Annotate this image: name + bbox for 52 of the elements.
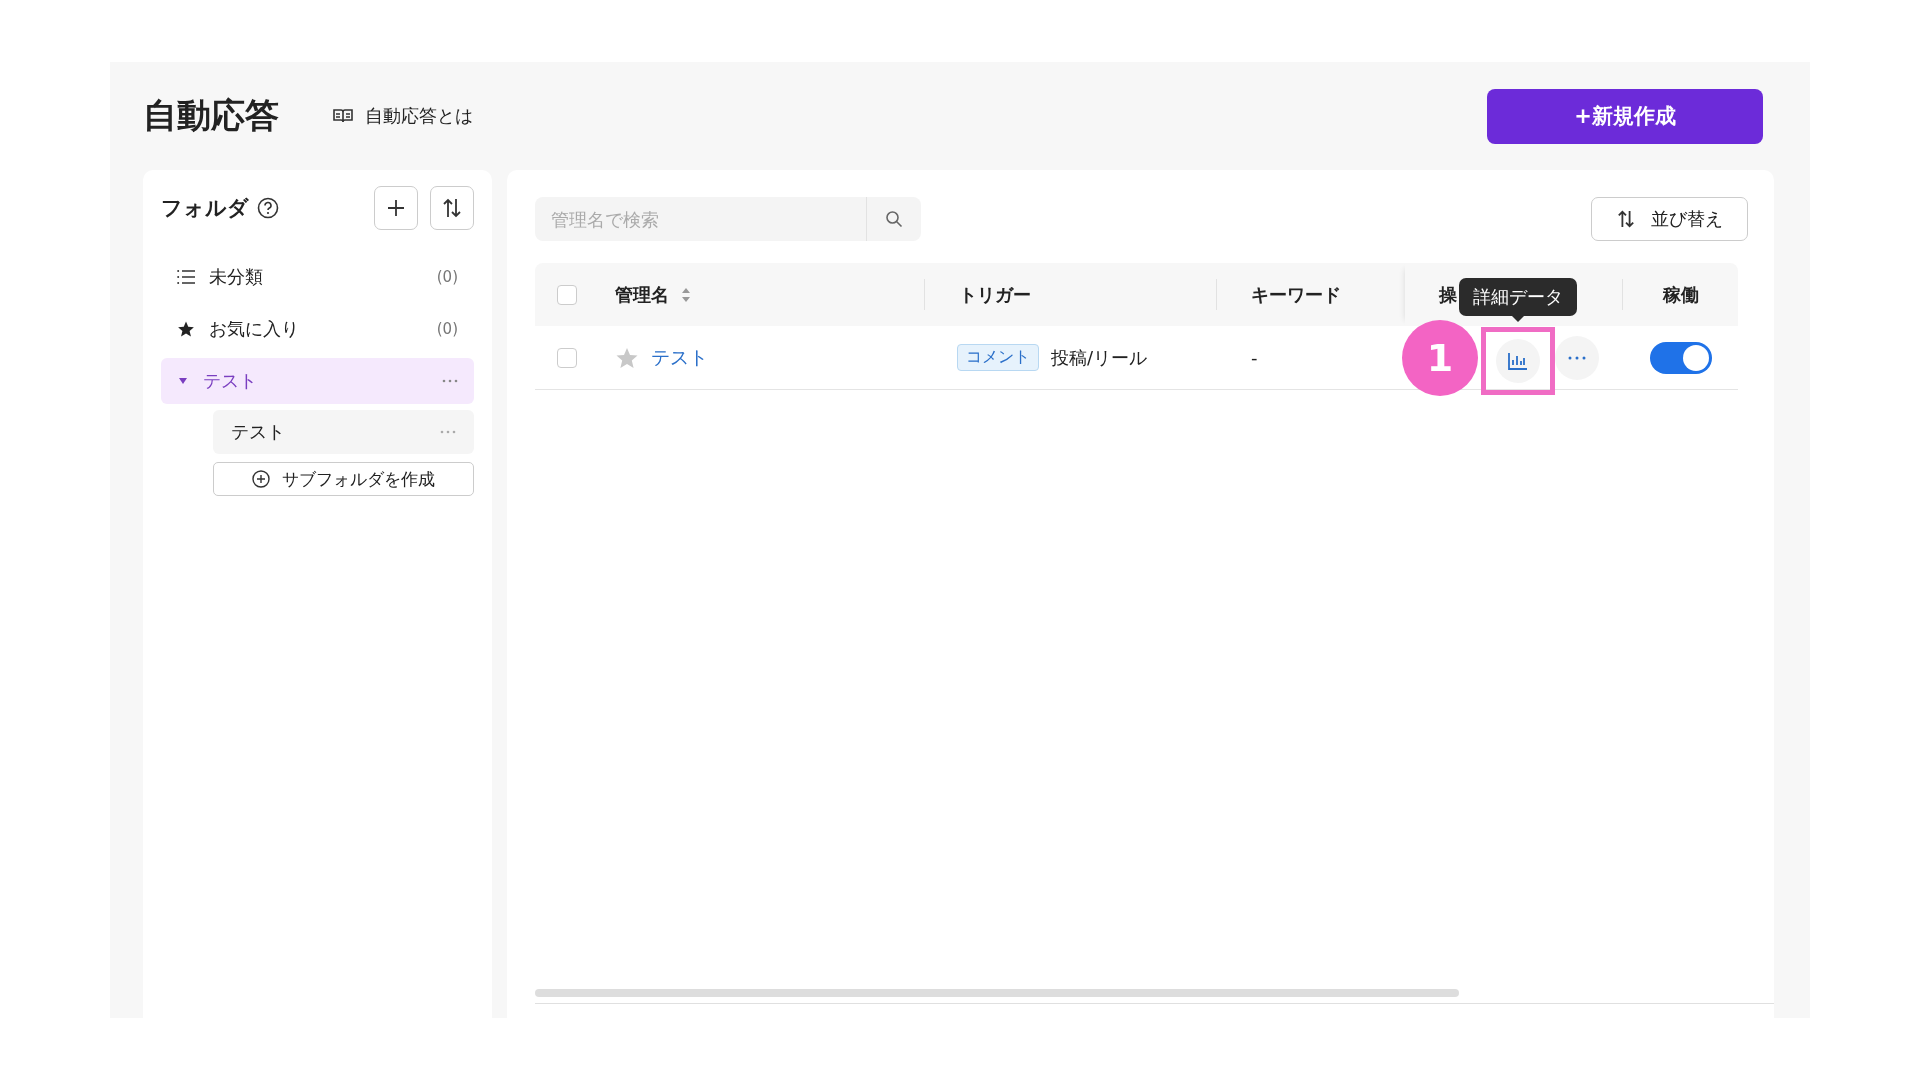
help-link[interactable]: 自動応答とは	[333, 104, 473, 128]
search-field[interactable]: 管理名で検索	[535, 197, 866, 241]
new-button[interactable]: +新規作成	[1487, 88, 1763, 144]
column-header[interactable]: 管理名	[615, 282, 669, 307]
folder-item[interactable]: テスト	[161, 358, 474, 404]
keyword-text: -	[1251, 347, 1258, 368]
sort-icon	[442, 197, 462, 219]
search-icon	[885, 210, 903, 228]
sort-folders-button[interactable]	[430, 186, 474, 230]
bar-chart-icon	[1508, 351, 1528, 370]
caret-icon[interactable]	[177, 376, 189, 386]
page-title: 自動応答	[143, 94, 279, 137]
search-button[interactable]	[866, 197, 921, 241]
help-icon[interactable]	[257, 197, 279, 219]
plus-circle-icon	[252, 470, 270, 488]
column-header: キーワード	[1251, 282, 1341, 307]
sort-icon[interactable]	[681, 286, 691, 303]
folder-count: (0)	[436, 320, 458, 338]
more-icon[interactable]	[442, 379, 458, 383]
plus-icon	[386, 198, 406, 218]
list-icon	[177, 270, 195, 284]
step-badge: 1	[1402, 320, 1478, 396]
name-link[interactable]: テスト	[651, 344, 708, 371]
status-toggle[interactable]	[1649, 341, 1712, 374]
sort-button[interactable]: 並び替え	[1591, 197, 1748, 241]
star-icon	[177, 320, 195, 338]
trigger-tag: コメント	[957, 344, 1039, 371]
details-button[interactable]	[1496, 338, 1540, 383]
row-checkbox[interactable]	[556, 347, 577, 368]
subfolder-item[interactable]: テスト	[213, 410, 474, 454]
more-icon[interactable]	[440, 430, 456, 434]
book-icon	[333, 108, 353, 124]
folder-count: (0)	[436, 268, 458, 286]
select-all-checkbox[interactable]	[556, 284, 577, 305]
column-header: 稼働	[1662, 282, 1699, 307]
folder-label: テスト	[203, 369, 257, 393]
folder-item[interactable]: 未分類 (0)	[161, 254, 474, 300]
folder-title: フォルダ	[161, 195, 249, 222]
column-header: トリガー	[959, 282, 1031, 307]
more-icon	[1568, 355, 1586, 360]
folder-item[interactable]: お気に入り (0)	[161, 306, 474, 352]
create-subfolder-button[interactable]: サブフォルダを作成	[213, 462, 474, 496]
tooltip-pointer-icon	[1512, 315, 1524, 322]
tooltip: 詳細データ	[1459, 277, 1577, 316]
sort-icon	[1616, 209, 1635, 229]
subfolder-label: テスト	[231, 420, 285, 444]
trigger-text: 投稿/リール	[1051, 345, 1148, 370]
folder-label: 未分類	[209, 265, 263, 289]
add-folder-button[interactable]	[374, 186, 418, 230]
column-header: 操	[1439, 282, 1457, 307]
folder-label: お気に入り	[209, 317, 299, 341]
scrollbar[interactable]	[535, 989, 1459, 997]
